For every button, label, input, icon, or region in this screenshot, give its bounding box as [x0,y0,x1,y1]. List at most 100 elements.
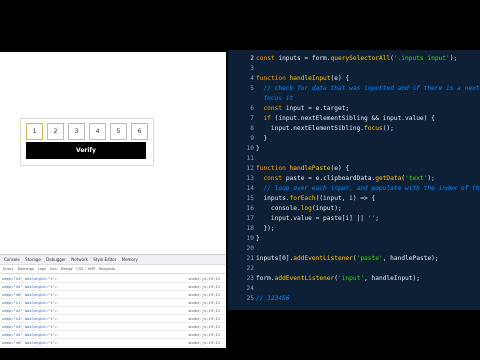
code-editor[interactable]: 2 const inputs = form.querySelectorAll('.… [228,50,480,310]
code-token: inputs = form. [278,55,331,62]
code-token: console. [256,205,301,212]
code-text: const paste = e.clipboardData.getData('t… [256,174,434,184]
line-number: 7 [250,115,254,122]
code-text: form.addEventListener('input', handleInp… [256,274,420,284]
code-token: (e) { [330,165,350,172]
console-log-text: name="n5" maxlength="1"> [2,332,57,337]
console-log-text: name="n2" maxlength="1"> [2,308,57,313]
console-log-source-link[interactable]: index.js:19:12 [188,315,220,322]
tab-memory[interactable]: Memory [122,257,138,262]
tab-debugger[interactable]: Debugger [46,257,66,262]
code-line: 5 // check for data that was inputted an… [228,84,480,94]
otp-input-5[interactable]: 5 [110,123,127,140]
code-token: } [256,135,268,142]
filter-requests[interactable]: Requests [99,267,115,271]
code-token: } [256,145,260,152]
devtools-panel: Console Storage Debugger Network Style E… [0,254,226,349]
code-token: if [256,115,275,122]
console-log-row[interactable]: name="n1" maxlength="1"> index.js:19:12 [0,299,226,307]
otp-input-3[interactable]: 3 [68,123,85,140]
console-log-row[interactable]: name="n6" maxlength="1"> index.js:19:12 [0,291,226,299]
line-number: 25 [246,295,254,302]
filter-css[interactable]: CSS [76,267,83,271]
code-text: }); [256,224,275,234]
code-token: }); [256,225,275,232]
line-number: 21 [246,255,254,262]
line-number: 23 [246,275,254,282]
code-token: getData [375,175,402,182]
console-log-text: name="n3" maxlength="1"> [2,316,57,321]
line-number: 2 [250,55,254,62]
line-number: 6 [250,105,254,112]
code-token: , handlePaste); [382,255,439,262]
code-line: 6 const input = e.target; [228,104,480,114]
code-text: inputs.forEach((input, i) => { [256,194,375,204]
console-log-row[interactable]: name="n6" maxlength="1"> index.js:19:12 [0,339,226,347]
console-log-row[interactable]: name="n3" maxlength="1"> index.js:19:12 [0,315,226,323]
line-number: 15 [246,195,254,202]
code-token: paste = e.clipboardData. [285,175,376,182]
console-log-source-link[interactable]: index.js:19:12 [188,275,220,282]
filter-info[interactable]: Info [50,267,57,271]
console-log-row[interactable]: name="n4" maxlength="1"> index.js:19:12 [0,275,226,283]
line-number: 16 [246,205,254,212]
line-number: 20 [246,245,254,252]
line-number: 5 [250,85,254,92]
filter-errors[interactable]: Errors [3,267,13,271]
filter-warnings[interactable]: Warnings [17,267,33,271]
verify-button[interactable]: Verify [26,142,146,159]
console-log-source-link[interactable]: index.js:19:12 [188,291,220,298]
console-log-source-link[interactable]: index.js:19:12 [188,331,220,338]
console-log-source-link[interactable]: index.js:19:12 [188,299,220,306]
code-token: (input.nextElementSibling && input.value… [274,115,435,122]
otp-card: 1 2 3 4 5 6 Verify [20,118,154,166]
tab-network[interactable]: Network [71,257,88,262]
otp-input-6[interactable]: 6 [131,123,148,140]
code-token: function [256,75,290,82]
console-filter-bar: Errors Warnings Logs Info Debug CSS XHR … [0,265,226,274]
filter-debug[interactable]: Debug [61,267,73,271]
console-log-source-link[interactable]: index.js:19:12 [188,323,220,330]
code-text: // 123456 [256,294,290,304]
console-log-row[interactable]: name="n4" maxlength="1"> index.js:19:12 [0,323,226,331]
code-line: 12 function handlePaste(e) { [228,164,480,174]
line-number: 18 [246,225,254,232]
console-log-source-link[interactable]: index.js:19:12 [188,307,220,314]
console-log-source-link[interactable]: index.js:19:12 [188,283,220,290]
code-token: const [256,175,286,182]
code-token: querySelectorAll [330,55,391,62]
code-token: // loop over each input, and populate wi… [256,185,480,192]
otp-input-2[interactable]: 2 [47,123,64,140]
filter-xhr[interactable]: XHR [87,267,94,271]
console-log-text: name="n1" maxlength="1"> [2,300,57,305]
console-log-row[interactable]: name="n2" maxlength="1"> index.js:19:12 [0,307,226,315]
code-token: // check for data that was inputted and … [256,85,480,92]
console-log-source-link[interactable]: index.js:19:12 [188,339,220,346]
code-token: (); [382,125,394,132]
tab-style-editor[interactable]: Style Editor [93,257,116,262]
tab-console[interactable]: Console [4,257,20,262]
code-line: 21 inputs[0].addEventListener('paste', ha… [228,254,480,264]
code-token: '.inputs input' [393,55,450,62]
code-token: focus it [256,95,294,102]
line-number: 8 [250,125,254,132]
otp-input-1[interactable]: 1 [26,123,43,140]
video-letterbox [0,348,480,360]
code-token: 'input' [337,275,365,282]
code-line: 8 input.nextElementSibling.focus(); [228,124,480,134]
code-text: function handlePaste(e) { [256,164,349,174]
otp-input-row: 1 2 3 4 5 6 [26,123,148,140]
filter-logs[interactable]: Logs [38,267,46,271]
code-token: ((input, i) => { [315,195,376,202]
code-token: addEventListener [274,275,335,282]
line-number: 4 [250,75,254,82]
tab-storage[interactable]: Storage [25,257,41,262]
code-text: input.nextElementSibling.focus(); [256,124,394,134]
console-log-text: name="n4" maxlength="1"> [2,324,57,329]
code-line: 9 } [228,134,480,144]
otp-input-4[interactable]: 4 [89,123,106,140]
console-log-row[interactable]: name="n5" maxlength="1"> index.js:19:12 [0,331,226,339]
code-token: handleInput [289,75,331,82]
console-log-row[interactable]: name="n5" maxlength="1"> index.js:19:12 [0,283,226,291]
code-token: (e) { [330,75,350,82]
